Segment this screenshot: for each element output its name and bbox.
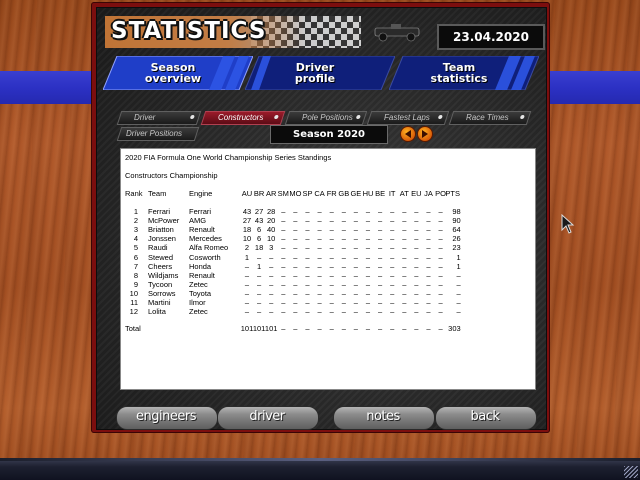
standings-subheading: Constructors Championship: [125, 171, 218, 180]
subtab-pole-positions[interactable]: Pole Positions: [284, 111, 368, 125]
arrow-right-icon: [422, 130, 428, 138]
tab-driver-profile[interactable]: Driver profile: [245, 56, 395, 90]
dot-icon: [437, 115, 443, 119]
subtab-driver-positions[interactable]: Driver Positions: [116, 127, 200, 141]
engine-cell: Renault: [189, 225, 215, 235]
engine-cell: Alfa Romeo: [189, 243, 229, 253]
column-header: Rank: [125, 189, 143, 198]
rank-cell: 12: [129, 307, 138, 317]
engine-cell: Toyota: [189, 288, 212, 298]
team-cell: Lolita: [148, 307, 166, 317]
subtab-race-times[interactable]: Race Times: [448, 111, 532, 125]
engine-cell: Renault: [189, 270, 215, 280]
column-header: Team: [148, 189, 167, 198]
engine-cell: Honda: [189, 261, 212, 271]
statistics-panel: STATISTICS 23.04.2020 Season overview Dr…: [91, 2, 550, 433]
engine-cell: Cosworth: [189, 252, 221, 262]
team-cell: Martini: [148, 298, 171, 307]
points-cell: 1: [456, 252, 461, 262]
rank-cell: 7: [133, 261, 138, 271]
rank-cell: 9: [133, 279, 138, 289]
points-cell: –: [456, 307, 461, 317]
engine-cell: AMG: [189, 216, 207, 226]
engine-cell: Ilmor: [189, 298, 206, 307]
header-banner: STATISTICS: [105, 16, 361, 48]
race-car-icon: [374, 24, 420, 42]
points-cell: 1: [456, 261, 461, 271]
column-header: Engine: [189, 189, 213, 198]
standings-table: 2020 FIA Formula One World Championship …: [120, 148, 536, 390]
subtab-driver[interactable]: Driver: [116, 111, 202, 125]
arrow-left-icon: [405, 130, 411, 138]
panel-background: STATISTICS 23.04.2020 Season overview Dr…: [96, 7, 547, 430]
tab-season-overview[interactable]: Season overview: [103, 56, 253, 90]
dot-icon: [273, 115, 279, 119]
points-cell: –: [456, 279, 461, 289]
rank-cell: 5: [133, 243, 138, 253]
rank-cell: 8: [133, 270, 138, 280]
points-cell: 98: [452, 207, 461, 216]
subtab-constructors[interactable]: Constructors: [200, 111, 286, 125]
previous-season-button[interactable]: [400, 126, 416, 142]
mouse-cursor-icon: [561, 214, 575, 234]
next-season-button[interactable]: [417, 126, 433, 142]
points-cell: –: [456, 298, 461, 307]
engine-cell: Zetec: [189, 279, 208, 289]
rank-cell: 1: [133, 207, 138, 216]
total-points: 303: [448, 324, 461, 333]
rank-cell: 3: [133, 225, 138, 235]
rank-cell: 4: [133, 234, 138, 244]
notes-button[interactable]: notes: [333, 406, 435, 430]
total-label: Total: [125, 324, 141, 333]
column-header: PTS: [445, 189, 460, 198]
driver-button[interactable]: driver: [217, 406, 319, 430]
team-cell: Raudi: [148, 243, 168, 253]
points-cell: 23: [452, 243, 461, 253]
standings-heading: 2020 FIA Formula One World Championship …: [125, 153, 332, 162]
team-cell: Jonssen: [148, 234, 176, 244]
team-cell: Tycoon: [148, 279, 173, 289]
points-cell: –: [456, 288, 461, 298]
engine-cell: Mercedes: [189, 234, 222, 244]
subtab-fastest-laps[interactable]: Fastest Laps: [366, 111, 450, 125]
dot-icon: [519, 115, 525, 119]
points-cell: 26: [452, 234, 461, 244]
rank-cell: 2: [133, 216, 138, 226]
team-cell: Briatton: [148, 225, 174, 235]
dot-icon: [189, 115, 195, 119]
points-cell: –: [456, 270, 461, 280]
page-title: STATISTICS: [111, 18, 267, 44]
rank-cell: 10: [129, 288, 138, 298]
engine-cell: Ferrari: [189, 207, 212, 216]
rank-cell: 11: [130, 298, 138, 307]
engine-cell: Zetec: [189, 307, 208, 317]
taskbar: [0, 458, 640, 480]
dot-icon: [355, 115, 361, 119]
points-cell: 90: [452, 216, 461, 226]
season-label: Season 2020: [270, 125, 388, 144]
resize-grip-icon[interactable]: [624, 466, 638, 478]
team-cell: Stewed: [148, 252, 174, 262]
team-cell: Sorrows: [148, 288, 176, 298]
engineers-button[interactable]: engineers: [116, 406, 218, 430]
team-cell: Cheers: [148, 261, 173, 271]
team-cell: McPower: [148, 216, 180, 226]
points-cell: 64: [452, 225, 461, 235]
back-button[interactable]: back: [435, 406, 537, 430]
team-cell: Ferrari: [148, 207, 171, 216]
team-cell: Wildjams: [148, 270, 179, 280]
tab-team-statistics[interactable]: Team statistics: [389, 56, 539, 90]
rank-cell: 6: [133, 252, 138, 262]
current-date: 23.04.2020: [437, 24, 545, 50]
